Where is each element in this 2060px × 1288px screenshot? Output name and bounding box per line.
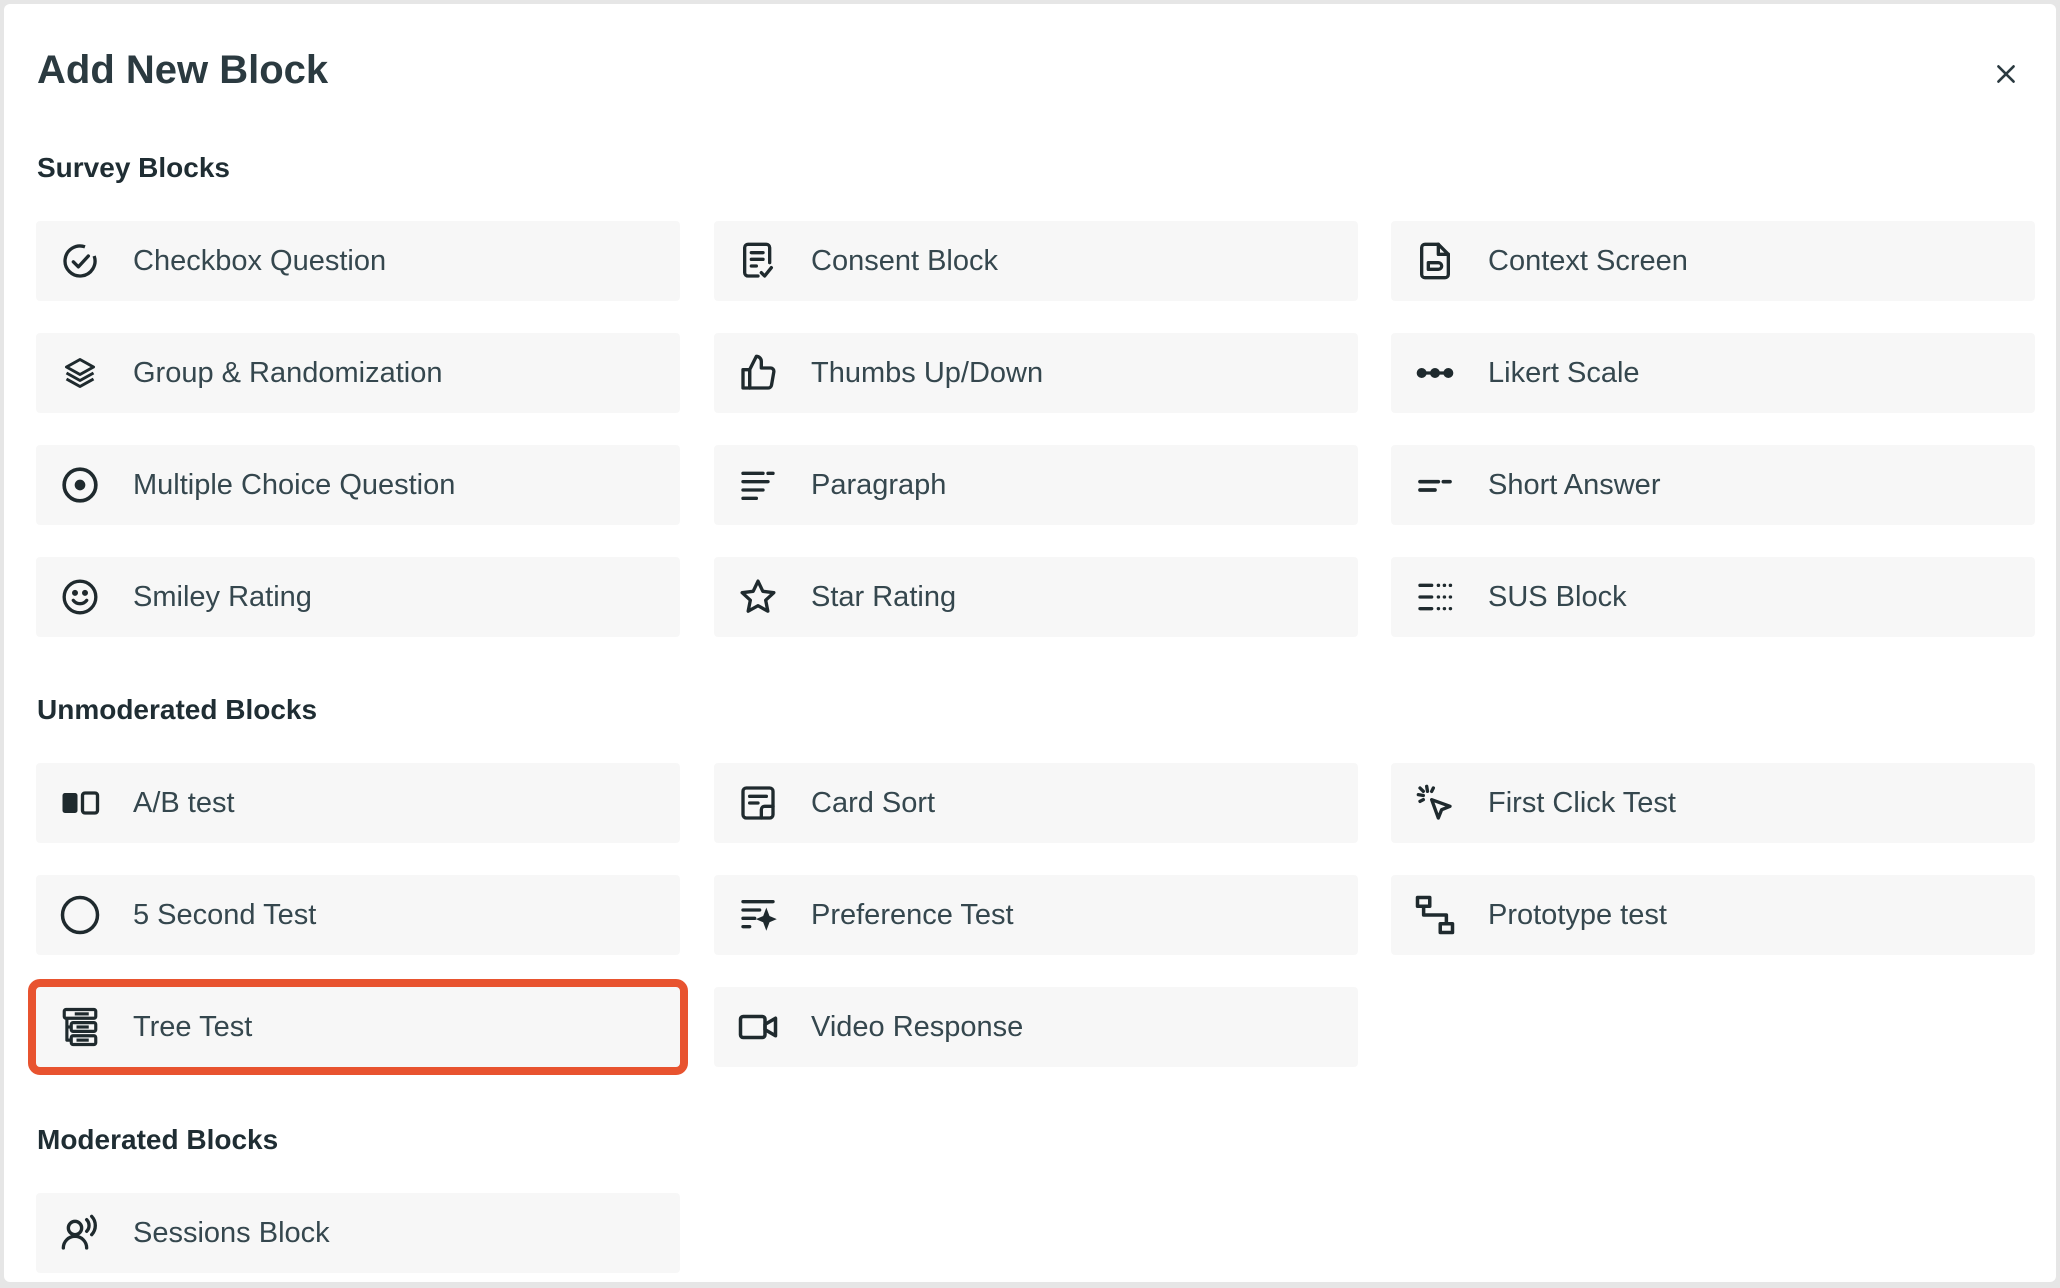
block-label: Video Response: [811, 1010, 1024, 1043]
block-label: Sessions Block: [133, 1216, 330, 1249]
sus-list-icon: [1413, 575, 1457, 619]
block-checkbox-question[interactable]: Checkbox Question: [36, 221, 680, 301]
block-label: Paragraph: [811, 468, 947, 501]
block-card-sort[interactable]: Card Sort: [714, 763, 1358, 843]
smiley-icon: [58, 575, 102, 619]
block-label: First Click Test: [1488, 786, 1676, 819]
close-icon: [1993, 61, 2019, 87]
block-label: Thumbs Up/Down: [811, 356, 1044, 389]
block-tree-test[interactable]: Tree Test: [28, 979, 688, 1075]
block-likert-scale[interactable]: Likert Scale: [1391, 333, 2035, 413]
person-voice-icon: [58, 1211, 102, 1255]
block-ab-test[interactable]: A/B test: [36, 763, 680, 843]
block-label: Consent Block: [811, 244, 998, 277]
check-circle-icon: [58, 239, 102, 283]
section-title-survey: Survey Blocks: [37, 152, 230, 183]
block-context-screen[interactable]: Context Screen: [1391, 221, 2035, 301]
document-icon: [1413, 239, 1457, 283]
section-title-moderated: Moderated Blocks: [37, 1124, 279, 1155]
video-icon: [736, 1005, 780, 1049]
add-new-block-dialog: Add New Block Survey Blocks Checkbox Que…: [4, 4, 2056, 1282]
block-paragraph[interactable]: Paragraph: [714, 445, 1358, 525]
block-group-randomization[interactable]: Group & Randomization: [36, 333, 680, 413]
document-check-icon: [736, 239, 780, 283]
card-sort-icon: [736, 781, 780, 825]
block-label: Smiley Rating: [133, 580, 312, 613]
block-label: A/B test: [133, 786, 235, 819]
cursor-click-icon: [1413, 781, 1457, 825]
block-consent[interactable]: Consent Block: [714, 221, 1358, 301]
thumbs-up-icon: [736, 351, 780, 395]
block-short-answer[interactable]: Short Answer: [1391, 445, 2035, 525]
short-answer-icon: [1413, 463, 1457, 507]
flow-icon: [1413, 893, 1457, 937]
block-label: SUS Block: [1488, 580, 1627, 613]
likert-dots-icon: [1413, 351, 1457, 395]
preference-icon: [736, 893, 780, 937]
block-first-click-test[interactable]: First Click Test: [1391, 763, 2035, 843]
block-label: Checkbox Question: [133, 244, 387, 277]
block-multiple-choice[interactable]: Multiple Choice Question: [36, 445, 680, 525]
tree-test-icon: [58, 1005, 102, 1049]
layers-icon: [58, 351, 102, 395]
block-label: Multiple Choice Question: [133, 468, 456, 501]
block-label: Likert Scale: [1488, 356, 1640, 389]
circle-icon: [58, 893, 102, 937]
block-label: Preference Test: [811, 898, 1014, 931]
block-sessions[interactable]: Sessions Block: [36, 1193, 680, 1273]
dialog-title: Add New Block: [37, 48, 329, 92]
star-icon: [736, 575, 780, 619]
block-5-second-test[interactable]: 5 Second Test: [36, 875, 680, 955]
close-button[interactable]: [1982, 50, 2030, 98]
block-label: Prototype test: [1488, 898, 1667, 931]
block-sus[interactable]: SUS Block: [1391, 557, 2035, 637]
block-prototype-test[interactable]: Prototype test: [1391, 875, 2035, 955]
paragraph-icon: [736, 463, 780, 507]
block-label: Context Screen: [1488, 244, 1688, 277]
block-smiley-rating[interactable]: Smiley Rating: [36, 557, 680, 637]
block-label: 5 Second Test: [133, 898, 317, 931]
block-preference-test[interactable]: Preference Test: [714, 875, 1358, 955]
block-label: Tree Test: [133, 1010, 253, 1043]
ab-test-icon: [58, 781, 102, 825]
block-label: Star Rating: [811, 580, 957, 613]
block-label: Short Answer: [1488, 468, 1661, 501]
block-thumbs-up-down[interactable]: Thumbs Up/Down: [714, 333, 1358, 413]
block-label: Group & Randomization: [133, 356, 443, 389]
radio-icon: [58, 463, 102, 507]
section-title-unmoderated: Unmoderated Blocks: [37, 694, 318, 725]
block-star-rating[interactable]: Star Rating: [714, 557, 1358, 637]
block-label: Card Sort: [811, 786, 936, 819]
block-video-response[interactable]: Video Response: [714, 987, 1358, 1067]
